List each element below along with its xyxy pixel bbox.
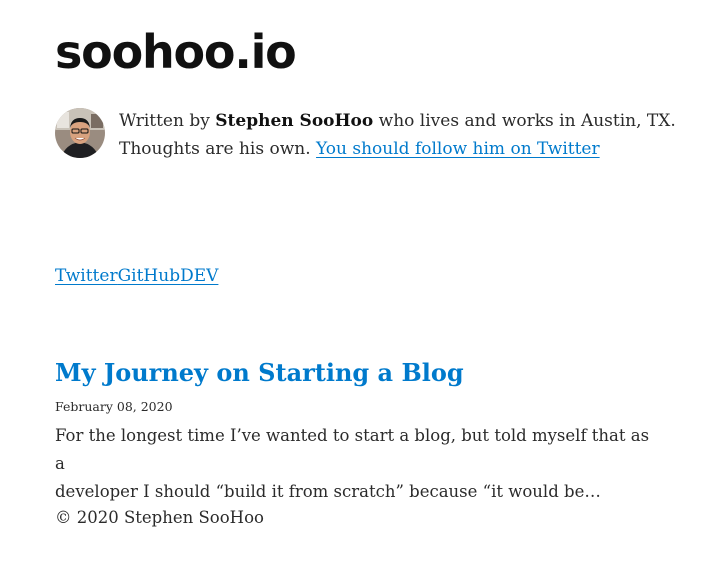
- post-excerpt-line-2: developer I should “build it from scratc…: [55, 482, 601, 501]
- post-item: My Journey on Starting a Blog February 0…: [55, 354, 675, 506]
- bio-text: Written by Stephen SooHoo who lives and …: [119, 107, 676, 163]
- footer-copyright: © 2020 Stephen SooHoo: [55, 508, 264, 527]
- author-photo-icon: [55, 108, 105, 158]
- twitter-link[interactable]: Twitter: [55, 266, 118, 286]
- author-name: Stephen SooHoo: [215, 111, 374, 131]
- bio-location: who lives and works in Austin, TX.: [373, 111, 676, 131]
- post-title: My Journey on Starting a Blog: [55, 354, 675, 392]
- bio-thoughts: Thoughts are his own.: [119, 139, 317, 159]
- social-links: TwitterGitHubDEV: [55, 262, 218, 290]
- post-excerpt: For the longest time I’ve wanted to star…: [55, 422, 655, 506]
- post-excerpt-line-1: For the longest time I’ve wanted to star…: [55, 426, 650, 473]
- bio-written-by: Written by: [119, 111, 216, 131]
- site-title[interactable]: soohoo.io: [55, 22, 297, 82]
- github-link[interactable]: GitHub: [118, 266, 181, 286]
- dev-link[interactable]: DEV: [180, 266, 218, 286]
- post-date: February 08, 2020: [55, 399, 173, 414]
- post-title-link[interactable]: My Journey on Starting a Blog: [55, 358, 464, 387]
- follow-twitter-link[interactable]: You should follow him on Twitter: [316, 139, 600, 159]
- author-avatar: [55, 108, 105, 158]
- author-bio: Written by Stephen SooHoo who lives and …: [55, 107, 676, 163]
